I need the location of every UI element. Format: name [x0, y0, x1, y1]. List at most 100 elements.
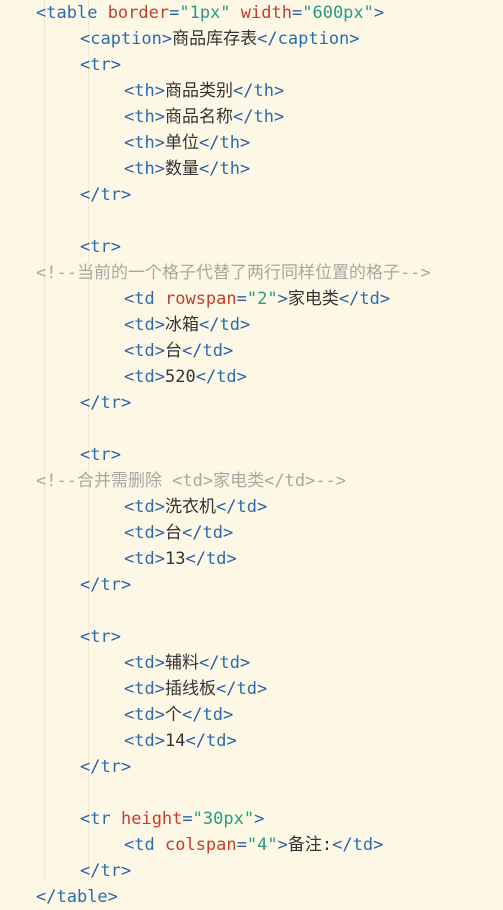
code-bracket: > [110, 445, 121, 465]
code-text: 13 [164, 549, 186, 569]
code-tag-name: td [134, 315, 155, 335]
code-tag-name: th [134, 107, 155, 127]
code-bracket: > [154, 81, 165, 101]
code-bracket: < [124, 835, 135, 855]
code-text: 洗衣机 [164, 497, 216, 517]
code-bracket: </ [232, 107, 254, 127]
code-tag-name: td [205, 731, 227, 751]
code-bracket: </ [215, 497, 237, 517]
code-bracket: </ [198, 133, 220, 153]
code-text: 个 [164, 705, 182, 725]
code-line: </tr> [80, 754, 131, 780]
code-comment: <!--合并需删除 <td>家电类</td>--> [36, 471, 346, 491]
code-line: <!--当前的一个格子代替了两行同样位置的格子--> [36, 260, 431, 286]
code-line: <td>520</td> [124, 364, 247, 390]
code-tag-name: tr [90, 237, 111, 257]
code-bracket: </ [181, 341, 203, 361]
code-editor[interactable]: <table border="1px" width="600px"> <capti… [0, 0, 503, 910]
code-bracket: > [154, 133, 165, 153]
code-tag-name: tr [100, 861, 121, 881]
code-tag-name: td [352, 835, 374, 855]
code-bracket: > [120, 393, 132, 413]
code-bracket: > [120, 757, 132, 777]
code-tag-name: th [134, 159, 155, 179]
code-attribute-value: "4" [246, 835, 278, 855]
code-bracket: > [154, 159, 165, 179]
code-attribute: width [240, 3, 292, 23]
code-bracket: < [124, 159, 135, 179]
code-line: <th>商品名称</th> [124, 104, 284, 130]
code-bracket: < [80, 445, 91, 465]
code-line: </tr> [80, 182, 131, 208]
code-bracket: > [154, 679, 165, 699]
code-tag-name: caption [277, 29, 350, 49]
code-tag-name: td [202, 341, 223, 361]
code-tag-name: table [56, 887, 108, 907]
code-line: <caption>商品库存表</caption> [80, 26, 360, 52]
code-bracket: < [36, 3, 47, 23]
code-line: <tr> [80, 442, 121, 468]
code-tag-name: tr [90, 55, 111, 75]
code-line: <td>个</td> [124, 702, 233, 728]
code-bracket: </ [215, 679, 237, 699]
code-tag-name: tr [100, 393, 121, 413]
code-text: 台 [164, 341, 182, 361]
code-bracket: > [373, 835, 384, 855]
code-line: </tr> [80, 390, 131, 416]
code-text: 商品库存表 [172, 29, 258, 49]
code-line: <td>台</td> [124, 338, 233, 364]
code-bracket: > [154, 523, 165, 543]
code-bracket: < [124, 81, 135, 101]
code-tag-name: td [134, 731, 155, 751]
code-bracket: </ [198, 159, 220, 179]
code-text: 台 [164, 523, 182, 543]
code-bracket: </ [80, 575, 101, 595]
code-tag-name: th [253, 81, 274, 101]
code-bracket: > [222, 341, 234, 361]
code-line: </tr> [80, 858, 131, 884]
code-bracket: < [80, 55, 91, 75]
code-bracket: </ [338, 289, 360, 309]
code-bracket: > [226, 549, 237, 569]
code-bracket: > [110, 237, 121, 257]
code-text: 单位 [164, 133, 199, 153]
code-text: 插线板 [164, 679, 216, 699]
code-tag-name: td [216, 367, 237, 387]
code-attribute-value: "600px" [302, 3, 374, 23]
code-tag-name: td [134, 523, 155, 543]
code-bracket: = [182, 809, 193, 829]
code-tag-name: td [359, 289, 380, 309]
code-bracket: = [236, 835, 247, 855]
code-tag-name: th [219, 133, 240, 153]
code-line: <th>商品类别</th> [124, 78, 284, 104]
code-bracket: > [120, 185, 132, 205]
code-bracket: < [124, 549, 135, 569]
code-bracket: </ [80, 393, 101, 413]
code-tag-name: th [134, 81, 155, 101]
code-tag-name: tr [100, 575, 121, 595]
code-tag-name: td [134, 367, 155, 387]
code-line: <tr> [80, 234, 121, 260]
code-bracket: > [373, 3, 385, 23]
code-bracket: </ [80, 185, 101, 205]
code-bracket: > [277, 835, 288, 855]
code-bracket: </ [36, 887, 57, 907]
code-tag-name: td [219, 315, 240, 335]
code-tag-name: td [134, 679, 155, 699]
code-bracket: > [239, 133, 251, 153]
code-text: 辅料 [164, 653, 199, 673]
code-tag-name: td [134, 653, 155, 673]
code-bracket: < [124, 341, 135, 361]
code-bracket: > [379, 289, 391, 309]
code-bracket: > [256, 679, 268, 699]
code-bracket: </ [80, 861, 101, 881]
code-bracket: </ [332, 835, 353, 855]
code-text: 备注: [287, 835, 333, 855]
code-attribute-value: "30px" [192, 809, 255, 829]
code-bracket: = [291, 3, 303, 23]
code-bracket: > [254, 809, 265, 829]
code-text: 520 [164, 367, 196, 387]
code-tag-name: th [134, 133, 155, 153]
